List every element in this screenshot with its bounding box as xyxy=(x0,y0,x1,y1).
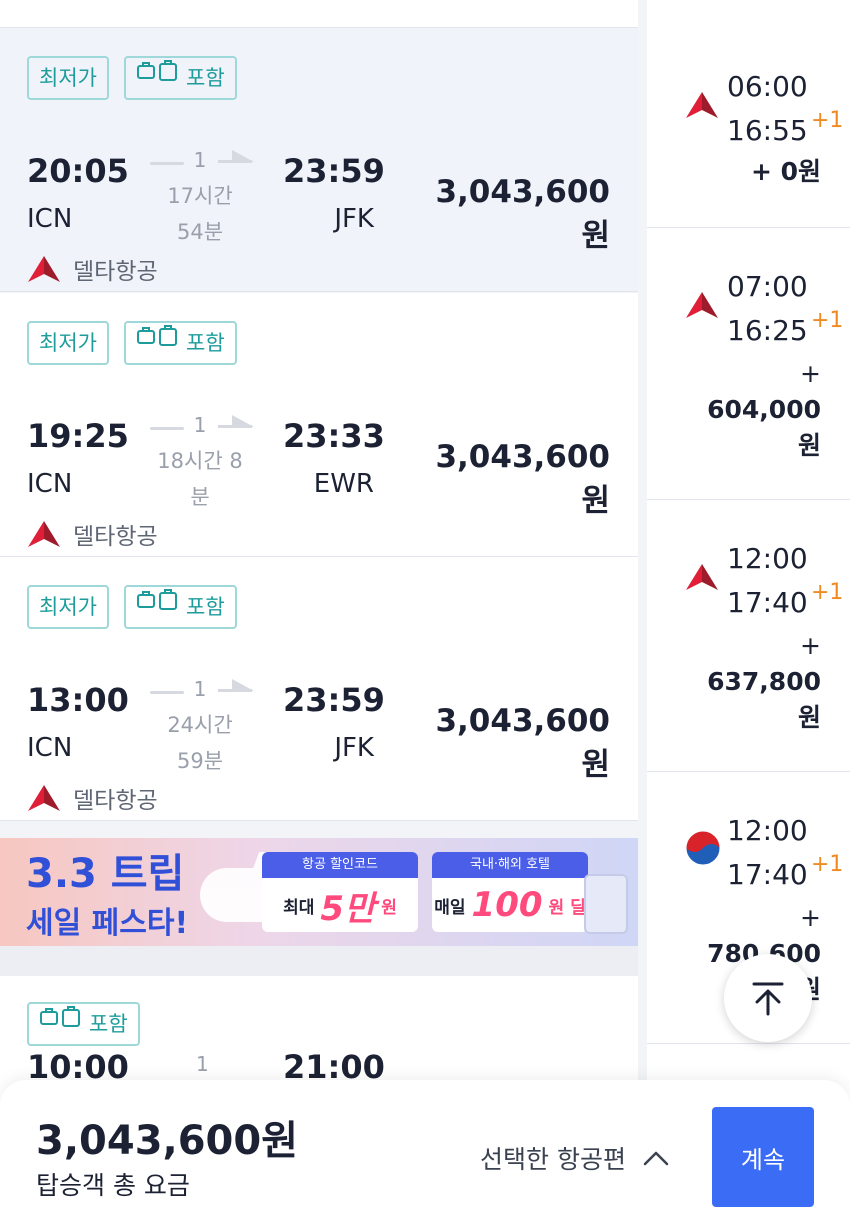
airline-name: 델타항공 xyxy=(73,259,158,285)
departure-time: 13:00 xyxy=(27,681,129,719)
arrival-time: 23:59 xyxy=(283,152,385,190)
stop-count: 1 xyxy=(196,1052,209,1076)
suitcase-illustration-icon xyxy=(584,874,628,934)
outbound-flight-list: 최저가 포함 20:05 ICN 1 17시간 54분 23:59 JFK 3,0… xyxy=(0,0,638,1209)
delta-logo-icon xyxy=(28,256,60,282)
return-departure-time: 12:00 xyxy=(727,814,808,847)
arrival-airport: JFK xyxy=(334,733,374,763)
return-flight-option[interactable]: 12:00 17:40 +1 + 637,800 원 xyxy=(647,500,850,772)
route-arrow-icon xyxy=(232,150,254,162)
flight-card[interactable]: 최저가 포함 19:25 ICN 1 18시간 8분 23:33 EWR 3,0… xyxy=(0,293,638,557)
stop-count: 1 xyxy=(193,677,207,701)
previous-card-bottom xyxy=(0,0,638,28)
departure-time: 19:25 xyxy=(27,417,129,455)
airline-info: 델타항공 xyxy=(27,781,158,815)
baggage-icon xyxy=(136,587,180,627)
stop-count: 1 xyxy=(193,148,207,172)
section-divider xyxy=(0,946,638,976)
delta-logo-icon xyxy=(686,564,718,590)
banner-title: 3.3 트립 xyxy=(26,851,185,897)
arrival-airport: JFK xyxy=(334,204,374,234)
airline-name: 델타항공 xyxy=(73,524,158,550)
route-arrow-icon xyxy=(232,415,254,427)
price-difference: + 604,000 원 xyxy=(707,359,821,460)
route-info: 1 24시간 59분 xyxy=(148,677,254,777)
korean-air-logo-icon xyxy=(685,830,721,866)
baggage-included-badge: 포함 xyxy=(124,321,237,365)
arrival-time: 23:33 xyxy=(283,417,385,455)
continue-button[interactable]: 계속 xyxy=(712,1107,814,1207)
scroll-to-top-button[interactable] xyxy=(724,954,812,1042)
return-arrival-time: 17:40 xyxy=(727,858,808,891)
next-day-indicator: +1 xyxy=(811,308,844,333)
baggage-icon xyxy=(39,1004,83,1044)
return-arrival-time: 16:55 xyxy=(727,114,808,147)
hotel-deal-coupon: 국내·해외 호텔 매일 100 원 딜 xyxy=(432,852,588,932)
selected-flights-toggle[interactable]: 선택한 항공편 xyxy=(480,1140,670,1176)
next-day-indicator: +1 xyxy=(811,108,844,133)
delta-logo-icon xyxy=(28,521,60,547)
stop-count: 1 xyxy=(193,413,207,437)
flight-discount-coupon: 항공 할인코드 최대 5만 원 xyxy=(262,852,418,932)
flight-card[interactable]: 최저가 포함 20:05 ICN 1 17시간 54분 23:59 JFK 3,0… xyxy=(0,28,638,292)
duration: 24시간 59분 xyxy=(167,713,233,773)
airline-name: 델타항공 xyxy=(73,788,158,814)
return-departure-time: 07:00 xyxy=(727,270,808,303)
flight-card[interactable]: 최저가 포함 13:00 ICN 1 24시간 59분 23:59 JFK 3,0… xyxy=(0,557,638,821)
route-info: 1 17시간 54분 xyxy=(148,148,254,248)
price-difference: + 0원 xyxy=(750,157,821,186)
duration: 17시간 54분 xyxy=(167,184,233,244)
baggage-icon xyxy=(136,58,180,98)
departure-airport: ICN xyxy=(27,469,73,499)
airline-info: 델타항공 xyxy=(27,252,158,286)
total-price: 3,043,600원 xyxy=(36,1118,299,1164)
return-departure-time: 06:00 xyxy=(727,70,808,103)
arrival-time: 23:59 xyxy=(283,681,385,719)
baggage-included-badge: 포함 xyxy=(124,585,237,629)
next-day-indicator: +1 xyxy=(811,852,844,877)
baggage-included-badge: 포함 xyxy=(27,1002,140,1046)
arrival-airport: EWR xyxy=(313,469,374,499)
promo-banner[interactable]: 3.3 트립 세일 페스타! 항공 할인코드 최대 5만 원 국내·해외 호텔 매일… xyxy=(0,838,638,946)
total-price-label: 탑승객 총 요금 xyxy=(36,1171,190,1200)
chevron-up-icon xyxy=(643,1151,669,1166)
return-flight-option[interactable]: 06:00 16:55 +1 + 0원 xyxy=(647,28,850,228)
lowest-price-badge: 최저가 xyxy=(27,321,109,365)
next-day-indicator: +1 xyxy=(811,580,844,605)
flight-price: 3,043,600원 xyxy=(435,174,610,254)
route-info: 1 18시간 8분 xyxy=(148,413,254,513)
lowest-price-badge: 최저가 xyxy=(27,56,109,100)
duration: 18시간 8분 xyxy=(157,449,243,509)
delta-logo-icon xyxy=(28,785,60,811)
departure-airport: ICN xyxy=(27,733,73,763)
departure-time: 20:05 xyxy=(27,152,129,190)
flight-price: 3,043,600원 xyxy=(435,439,610,519)
banner-subtitle: 세일 페스타! xyxy=(26,906,189,941)
return-flight-option[interactable]: 07:00 16:25 +1 + 604,000 원 xyxy=(647,228,850,500)
baggage-included-badge: 포함 xyxy=(124,56,237,100)
return-arrival-time: 16:25 xyxy=(727,314,808,347)
baggage-icon xyxy=(136,323,180,363)
departure-airport: ICN xyxy=(27,204,73,234)
return-departure-time: 12:00 xyxy=(727,542,808,575)
delta-logo-icon xyxy=(686,292,718,318)
flight-price: 3,043,600원 xyxy=(435,703,610,783)
delta-logo-icon xyxy=(686,92,718,118)
booking-footer: 3,043,600원 탑승객 총 요금 선택한 항공편 계속 xyxy=(0,1080,850,1209)
lowest-price-badge: 최저가 xyxy=(27,585,109,629)
route-arrow-icon xyxy=(232,679,254,691)
arrow-up-icon xyxy=(752,982,784,1016)
return-arrival-time: 17:40 xyxy=(727,586,808,619)
airline-info: 델타항공 xyxy=(27,517,158,551)
price-difference: + 637,800 원 xyxy=(707,631,821,732)
